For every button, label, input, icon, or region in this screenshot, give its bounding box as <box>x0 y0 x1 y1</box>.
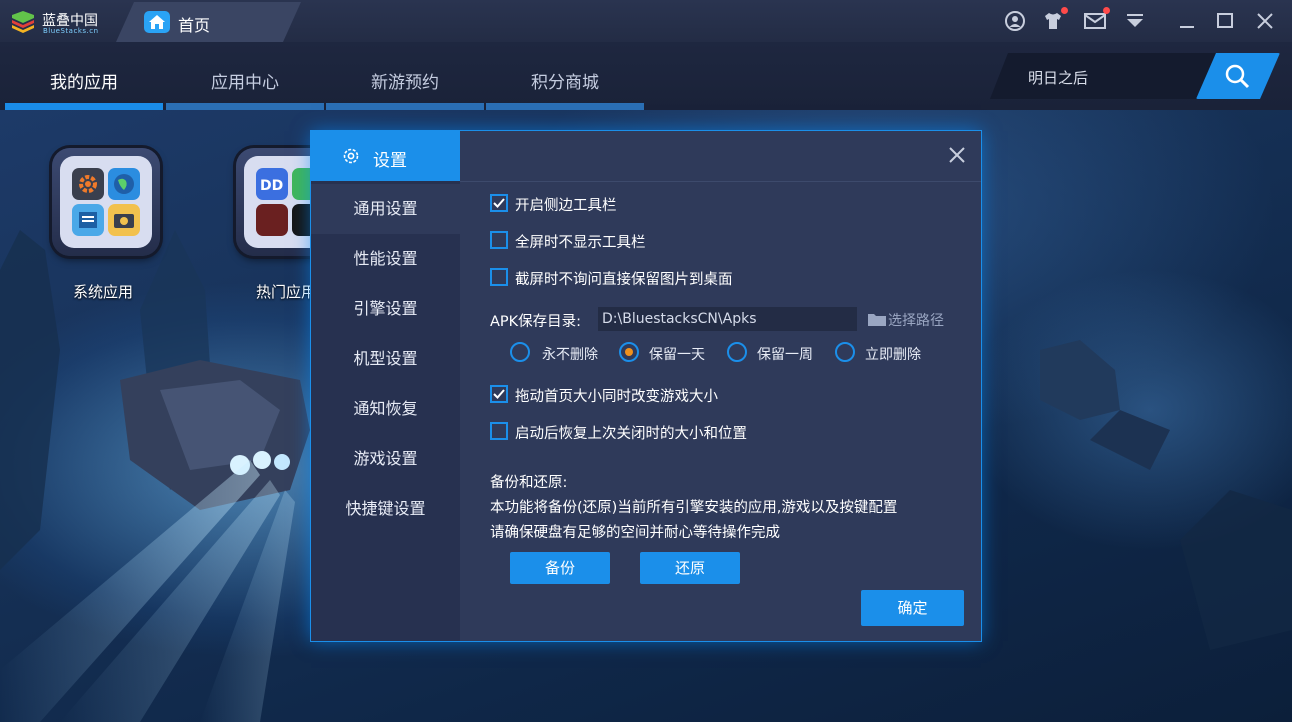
user-icon[interactable] <box>1003 9 1027 33</box>
home-icon <box>144 11 170 33</box>
bluestacks-logo: 蓝叠中国 BlueStacks.cn <box>10 8 120 36</box>
radio-label: 保留一周 <box>757 347 813 363</box>
option-label: 截屏时不询问直接保留图片到桌面 <box>515 272 733 288</box>
checkbox-restore-window-size[interactable] <box>490 422 508 440</box>
sidebar-item-general[interactable]: 通用设置 <box>311 184 460 234</box>
tab-my-apps[interactable]: 我的应用 <box>5 42 163 110</box>
option-label: 拖动首页大小同时改变游戏大小 <box>515 389 718 405</box>
radio-keep-one-week[interactable] <box>727 342 747 362</box>
checkbox-resize-game-with-home[interactable] <box>490 385 508 403</box>
main-navigation: 我的应用 应用中心 新游预约 积分商城 明日之后 <box>0 42 1292 110</box>
popular-apps-label: 热门应用 <box>256 283 317 301</box>
tab-points-mall[interactable]: 积分商城 <box>486 42 644 110</box>
camera-app-icon <box>108 204 140 236</box>
dialog-header-bar <box>460 131 981 182</box>
sidebar-item-notification[interactable]: 通知恢复 <box>311 384 460 434</box>
dropdown-menu-icon[interactable] <box>1123 9 1147 33</box>
maximize-icon[interactable] <box>1213 9 1237 33</box>
tab-underline <box>5 103 163 110</box>
folder-background <box>60 156 152 248</box>
mail-icon[interactable] <box>1083 7 1110 33</box>
bluestacks-logo-icon <box>12 11 34 33</box>
tab-underline <box>486 103 644 110</box>
svg-text:DD: DD <box>260 178 283 194</box>
rpg-game-app-icon <box>256 204 288 236</box>
home-tab[interactable]: 首页 <box>116 2 301 42</box>
settings-dialog: 设置 通用设置 性能设置 引擎设置 机型设置 通知恢复 游戏设置 快捷键设置 开… <box>311 131 981 641</box>
sidebar-item-shortcuts[interactable]: 快捷键设置 <box>311 484 460 534</box>
sidebar-item-label: 引擎设置 <box>353 299 418 318</box>
backup-button-label: 备份 <box>544 559 575 577</box>
sidebar-item-label: 通用设置 <box>353 199 418 218</box>
radio-delete-immediately[interactable] <box>835 342 855 362</box>
close-icon[interactable] <box>1253 9 1277 33</box>
dialog-title: 设置 <box>373 151 407 171</box>
apk-directory-label: APK保存目录: <box>490 314 582 330</box>
browser-app-icon <box>108 168 140 200</box>
search-icon <box>1225 64 1250 89</box>
radio-keep-one-day[interactable] <box>619 342 639 362</box>
radio-label: 保留一天 <box>649 347 705 363</box>
apk-directory-input[interactable]: D:\BluestacksCN\Apks <box>598 307 857 331</box>
tab-app-center[interactable]: 应用中心 <box>166 42 324 110</box>
checkbox-screenshot-save[interactable] <box>490 268 508 286</box>
tab-label: 我的应用 <box>50 73 118 93</box>
option-label: 开启侧边工具栏 <box>515 198 617 214</box>
gear-icon <box>343 148 359 164</box>
ok-button[interactable]: 确定 <box>861 590 964 626</box>
search-input-text: 明日之后 <box>1028 69 1089 87</box>
option-label: 全屏时不显示工具栏 <box>515 235 646 251</box>
sidebar-item-label: 性能设置 <box>353 249 418 268</box>
radio-label: 永不删除 <box>542 347 598 363</box>
browse-path-label: 选择路径 <box>888 313 944 329</box>
option-label: 启动后恢复上次关闭时的大小和位置 <box>515 426 747 442</box>
sidebar-item-game[interactable]: 游戏设置 <box>311 434 460 484</box>
sidebar-item-engine[interactable]: 引擎设置 <box>311 284 460 334</box>
search-box: 明日之后 <box>990 53 1280 99</box>
restore-button[interactable]: 还原 <box>640 552 740 584</box>
checkmark-icon <box>493 198 505 208</box>
shirt-icon[interactable] <box>1041 7 1068 33</box>
restore-button-label: 还原 <box>674 559 705 577</box>
backup-button[interactable]: 备份 <box>510 552 610 584</box>
tab-label: 新游预约 <box>371 73 439 93</box>
dialog-close-icon[interactable] <box>943 141 971 169</box>
sidebar-item-label: 快捷键设置 <box>345 499 426 518</box>
ok-button-label: 确定 <box>897 599 928 617</box>
sidebar-item-label: 游戏设置 <box>353 449 418 468</box>
checkmark-icon <box>493 389 505 399</box>
radio-label: 立即删除 <box>865 347 921 363</box>
sidebar-item-label: 机型设置 <box>353 349 418 368</box>
minimize-icon[interactable] <box>1175 9 1199 33</box>
logo-subtitle: BlueStacks.cn <box>43 27 99 35</box>
notification-dot <box>1061 7 1068 14</box>
settings-app-icon <box>72 168 104 200</box>
video-app-icon: DD <box>256 168 288 200</box>
tab-label: 积分商城 <box>531 73 599 93</box>
sidebar-item-performance[interactable]: 性能设置 <box>311 234 460 284</box>
sidebar-item-label: 通知恢复 <box>353 399 418 418</box>
tab-underline <box>166 103 324 110</box>
system-apps-label: 系统应用 <box>73 283 134 301</box>
backup-section-title: 备份和还原: <box>490 475 568 491</box>
tab-underline <box>326 103 484 110</box>
file-manager-app-icon <box>72 204 104 236</box>
sidebar-item-device-model[interactable]: 机型设置 <box>311 334 460 384</box>
settings-dialog-header: 设置 <box>311 131 460 181</box>
backup-description-line2: 请确保硬盘有足够的空间并耐心等待操作完成 <box>490 525 780 541</box>
notification-dot <box>1103 7 1110 14</box>
tab-new-game-reservation[interactable]: 新游预约 <box>326 42 484 110</box>
checkbox-hide-toolbar-fullscreen[interactable] <box>490 231 508 249</box>
title-bar: 蓝叠中国 BlueStacks.cn 首页 <box>0 0 1292 42</box>
system-apps-folder[interactable] <box>52 148 160 256</box>
checkbox-sidebar-toolbar[interactable] <box>490 194 508 212</box>
folder-icon <box>868 314 886 326</box>
backup-description-line1: 本功能将备份(还原)当前所有引擎安装的应用,游戏以及按键配置 <box>490 500 898 516</box>
radio-never-delete[interactable] <box>510 342 530 362</box>
tab-label: 应用中心 <box>211 73 279 93</box>
home-tab-label: 首页 <box>178 16 211 35</box>
